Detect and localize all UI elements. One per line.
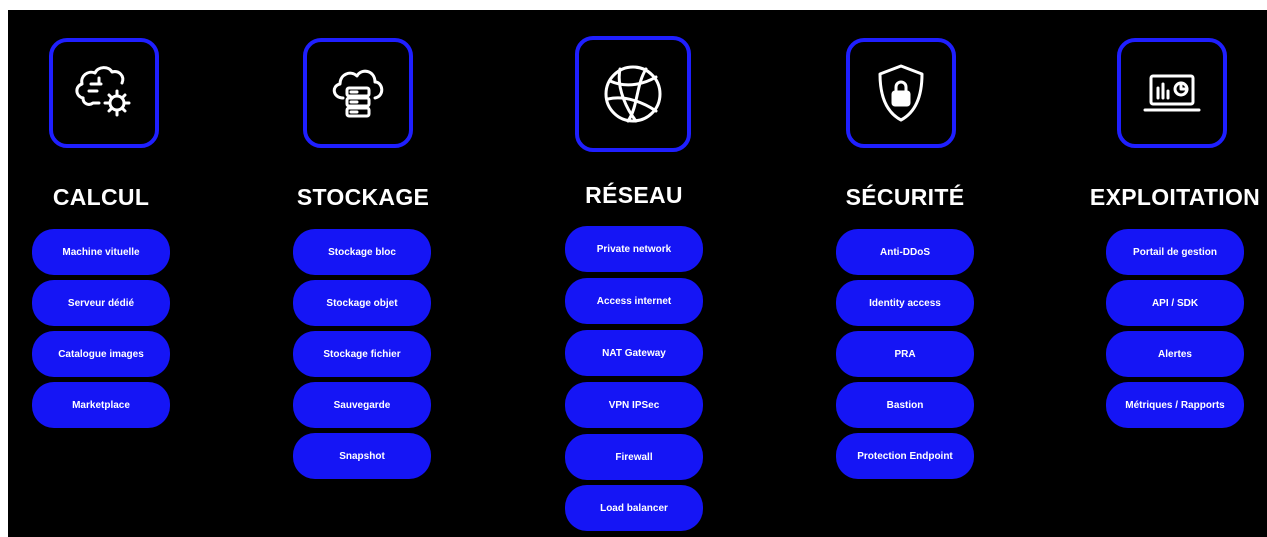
service-item-alertes[interactable]: Alertes <box>1106 331 1244 377</box>
service-item-load-balancer[interactable]: Load balancer <box>565 485 703 531</box>
column-title: EXPLOITATION <box>1089 184 1261 210</box>
service-item-snapshot[interactable]: Snapshot <box>293 433 431 479</box>
column-title: STOCKAGE <box>296 184 430 210</box>
service-item-stockage-bloc[interactable]: Stockage bloc <box>293 229 431 275</box>
service-item-stockage-objet[interactable]: Stockage objet <box>293 280 431 326</box>
laptop-chart-icon <box>1117 38 1227 148</box>
service-item-access-internet[interactable]: Access internet <box>565 278 703 324</box>
service-item-marketplace[interactable]: Marketplace <box>32 382 170 428</box>
brain-gear-icon <box>49 38 159 148</box>
service-item-anti-ddos[interactable]: Anti-DDoS <box>836 229 974 275</box>
service-item-protection-endpoint[interactable]: Protection Endpoint <box>836 433 974 479</box>
service-item-pra[interactable]: PRA <box>836 331 974 377</box>
services-diagram: CALCUL Machine vituelle Serveur dédié Ca… <box>8 10 1267 537</box>
column-title: CALCUL <box>52 184 150 210</box>
service-item-firewall[interactable]: Firewall <box>565 434 703 480</box>
cloud-server-icon <box>303 38 413 148</box>
service-item-private-network[interactable]: Private network <box>565 226 703 272</box>
service-item-metriques-rapports[interactable]: Métriques / Rapports <box>1106 382 1244 428</box>
service-item-nat-gateway[interactable]: NAT Gateway <box>565 330 703 376</box>
service-item-api-sdk[interactable]: API / SDK <box>1106 280 1244 326</box>
service-item-stockage-fichier[interactable]: Stockage fichier <box>293 331 431 377</box>
shield-lock-icon <box>846 38 956 148</box>
service-item-serveur-dedie[interactable]: Serveur dédié <box>32 280 170 326</box>
column-title: RÉSEAU <box>585 182 683 208</box>
service-item-bastion[interactable]: Bastion <box>836 382 974 428</box>
service-item-machine-virtuelle[interactable]: Machine vituelle <box>32 229 170 275</box>
service-item-vpn-ipsec[interactable]: VPN IPSec <box>565 382 703 428</box>
column-title: SÉCURITÉ <box>845 184 965 210</box>
service-item-catalogue-images[interactable]: Catalogue images <box>32 331 170 377</box>
service-item-portail-de-gestion[interactable]: Portail de gestion <box>1106 229 1244 275</box>
service-item-identity-access[interactable]: Identity access <box>836 280 974 326</box>
globe-network-icon <box>575 36 691 152</box>
service-item-sauvegarde[interactable]: Sauvegarde <box>293 382 431 428</box>
